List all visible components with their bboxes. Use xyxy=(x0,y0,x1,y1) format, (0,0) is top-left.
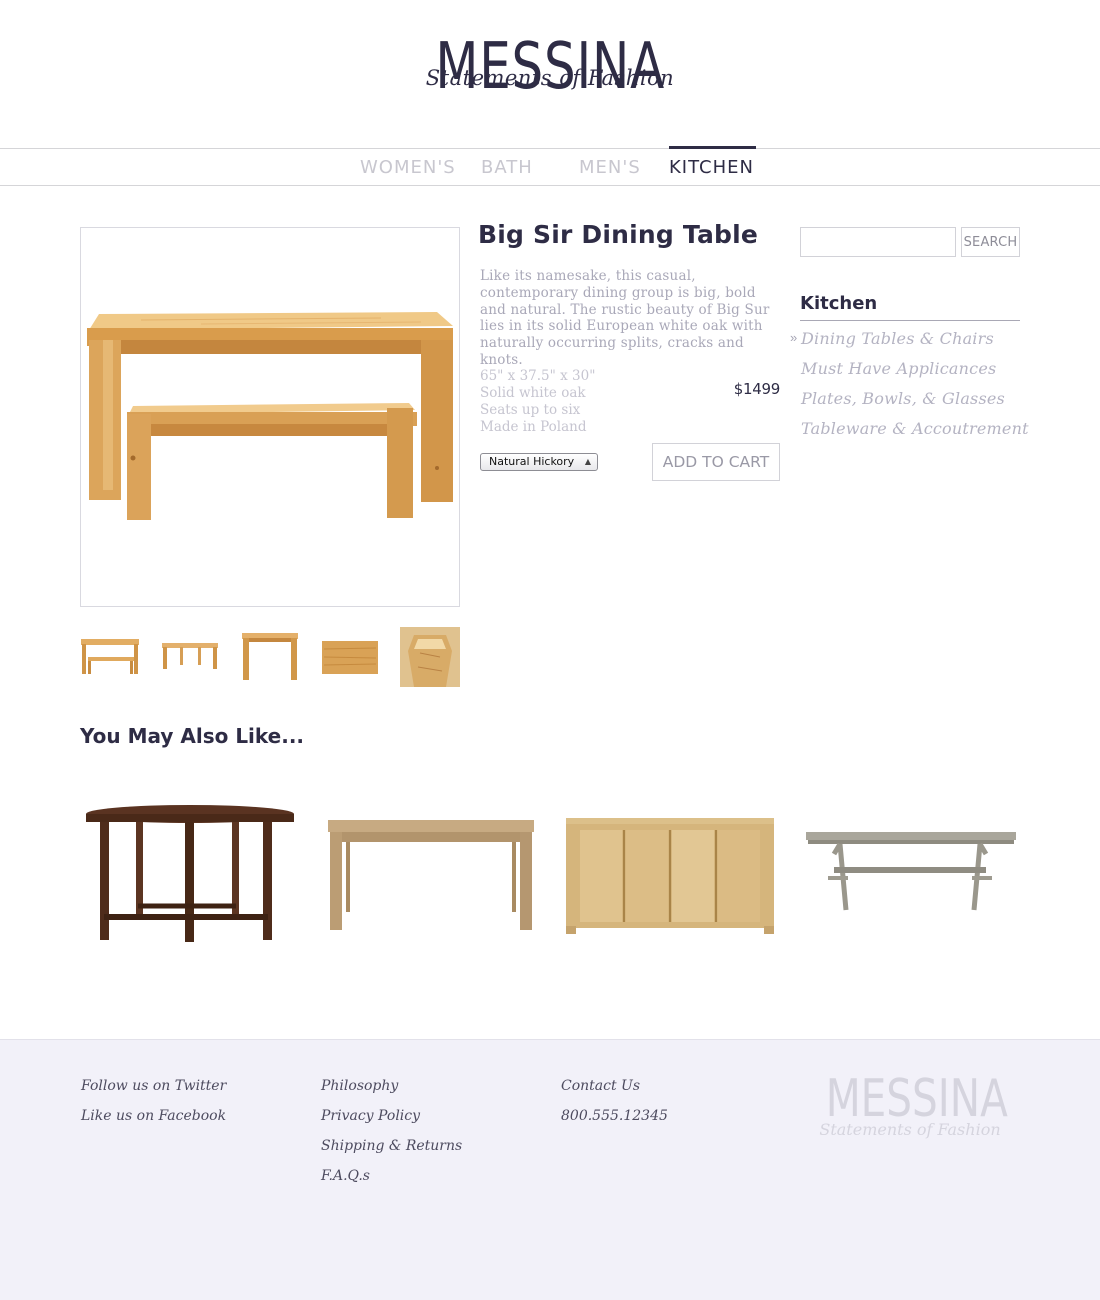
finish-select[interactable]: Natural Hickory ▲ xyxy=(480,453,598,471)
related-product-3[interactable] xyxy=(560,790,780,950)
nav-item-mens[interactable]: MEN'S xyxy=(579,149,641,185)
footer-brand-logo: MESSINA Statements of Fashion xyxy=(800,1070,1020,1139)
nav-item-womens[interactable]: WOMEN'S xyxy=(360,149,456,185)
leg-detail-thumb-icon xyxy=(400,627,460,687)
related-product-2[interactable] xyxy=(320,790,540,950)
table-side-thumb-icon xyxy=(162,643,218,669)
spec-origin: Made in Poland xyxy=(480,419,587,435)
sidebar-category-title: Kitchen xyxy=(800,293,1020,321)
product-thumbnail-1[interactable] xyxy=(80,627,140,687)
brand-tagline: Statements of Fashion xyxy=(425,66,675,90)
product-title: Big Sir Dining Table xyxy=(478,220,759,249)
table-end-thumb-icon xyxy=(242,633,298,680)
spec-seating: Seats up to six xyxy=(480,402,581,418)
add-to-cart-button[interactable]: ADD TO CART xyxy=(652,443,780,481)
spec-material: Solid white oak xyxy=(480,385,586,401)
sidebar-link-appliances[interactable]: Must Have Applicances xyxy=(801,359,996,378)
footer-phone: 800.555.12345 xyxy=(561,1108,668,1124)
product-specs: 65" x 37.5" x 30" Solid white oak Seats … xyxy=(480,368,595,436)
nav-item-bath[interactable]: BATH xyxy=(481,149,533,185)
related-product-1[interactable] xyxy=(80,790,300,950)
finish-select-value: Natural Hickory xyxy=(489,455,575,468)
nav-item-kitchen[interactable]: KITCHEN xyxy=(669,146,756,185)
footer-brand-name: MESSINA xyxy=(825,1069,1008,1129)
product-thumbnail-5[interactable] xyxy=(400,627,460,687)
footer-link-privacy[interactable]: Privacy Policy xyxy=(321,1108,420,1124)
also-like-title: You May Also Like... xyxy=(80,724,305,748)
dining-table-with-bench-image xyxy=(87,312,453,520)
footer-link-faqs[interactable]: F.A.Q.s xyxy=(321,1168,370,1184)
search-input[interactable] xyxy=(800,227,956,257)
sidebar-link-dining-tables[interactable]: Dining Tables & Chairs xyxy=(801,329,994,348)
footer-link-facebook[interactable]: Like us on Facebook xyxy=(81,1108,226,1124)
footer-link-shipping[interactable]: Shipping & Returns xyxy=(321,1138,462,1154)
site-footer: Follow us on Twitter Like us on Facebook… xyxy=(0,1039,1100,1300)
product-thumbnail-3[interactable] xyxy=(240,627,300,687)
round-dark-wood-table-image xyxy=(86,805,294,942)
spec-dimensions: 65" x 37.5" x 30" xyxy=(480,368,596,384)
light-wood-dining-table-image xyxy=(328,820,534,930)
product-description: Like its namesake, this casual, contempo… xyxy=(480,268,770,368)
product-main-image[interactable] xyxy=(80,227,460,607)
select-arrows-icon: ▲ xyxy=(584,457,591,466)
product-price: $1499 xyxy=(733,380,781,398)
footer-link-contact[interactable]: Contact Us xyxy=(561,1078,640,1094)
sidebar-link-tableware[interactable]: Tableware & Accoutrement xyxy=(801,419,1029,438)
active-chevron-icon: » xyxy=(790,330,798,345)
related-product-4[interactable] xyxy=(800,790,1020,950)
tabletop-grain-thumb-icon xyxy=(322,641,378,674)
footer-link-twitter[interactable]: Follow us on Twitter xyxy=(81,1078,226,1094)
product-thumbnail-4[interactable] xyxy=(320,627,380,687)
trestle-table-gray-image xyxy=(806,832,1016,911)
footer-link-philosophy[interactable]: Philosophy xyxy=(321,1078,398,1094)
oak-sideboard-cabinet-image xyxy=(566,818,774,934)
search-button[interactable]: SEARCH xyxy=(961,227,1020,257)
table-and-bench-thumb-icon xyxy=(81,639,139,674)
product-thumbnail-2[interactable] xyxy=(160,627,220,687)
sidebar-link-plates-bowls[interactable]: Plates, Bowls, & Glasses xyxy=(801,389,1005,408)
main-nav: WOMEN'S BATH MEN'S KITCHEN xyxy=(0,146,1100,186)
